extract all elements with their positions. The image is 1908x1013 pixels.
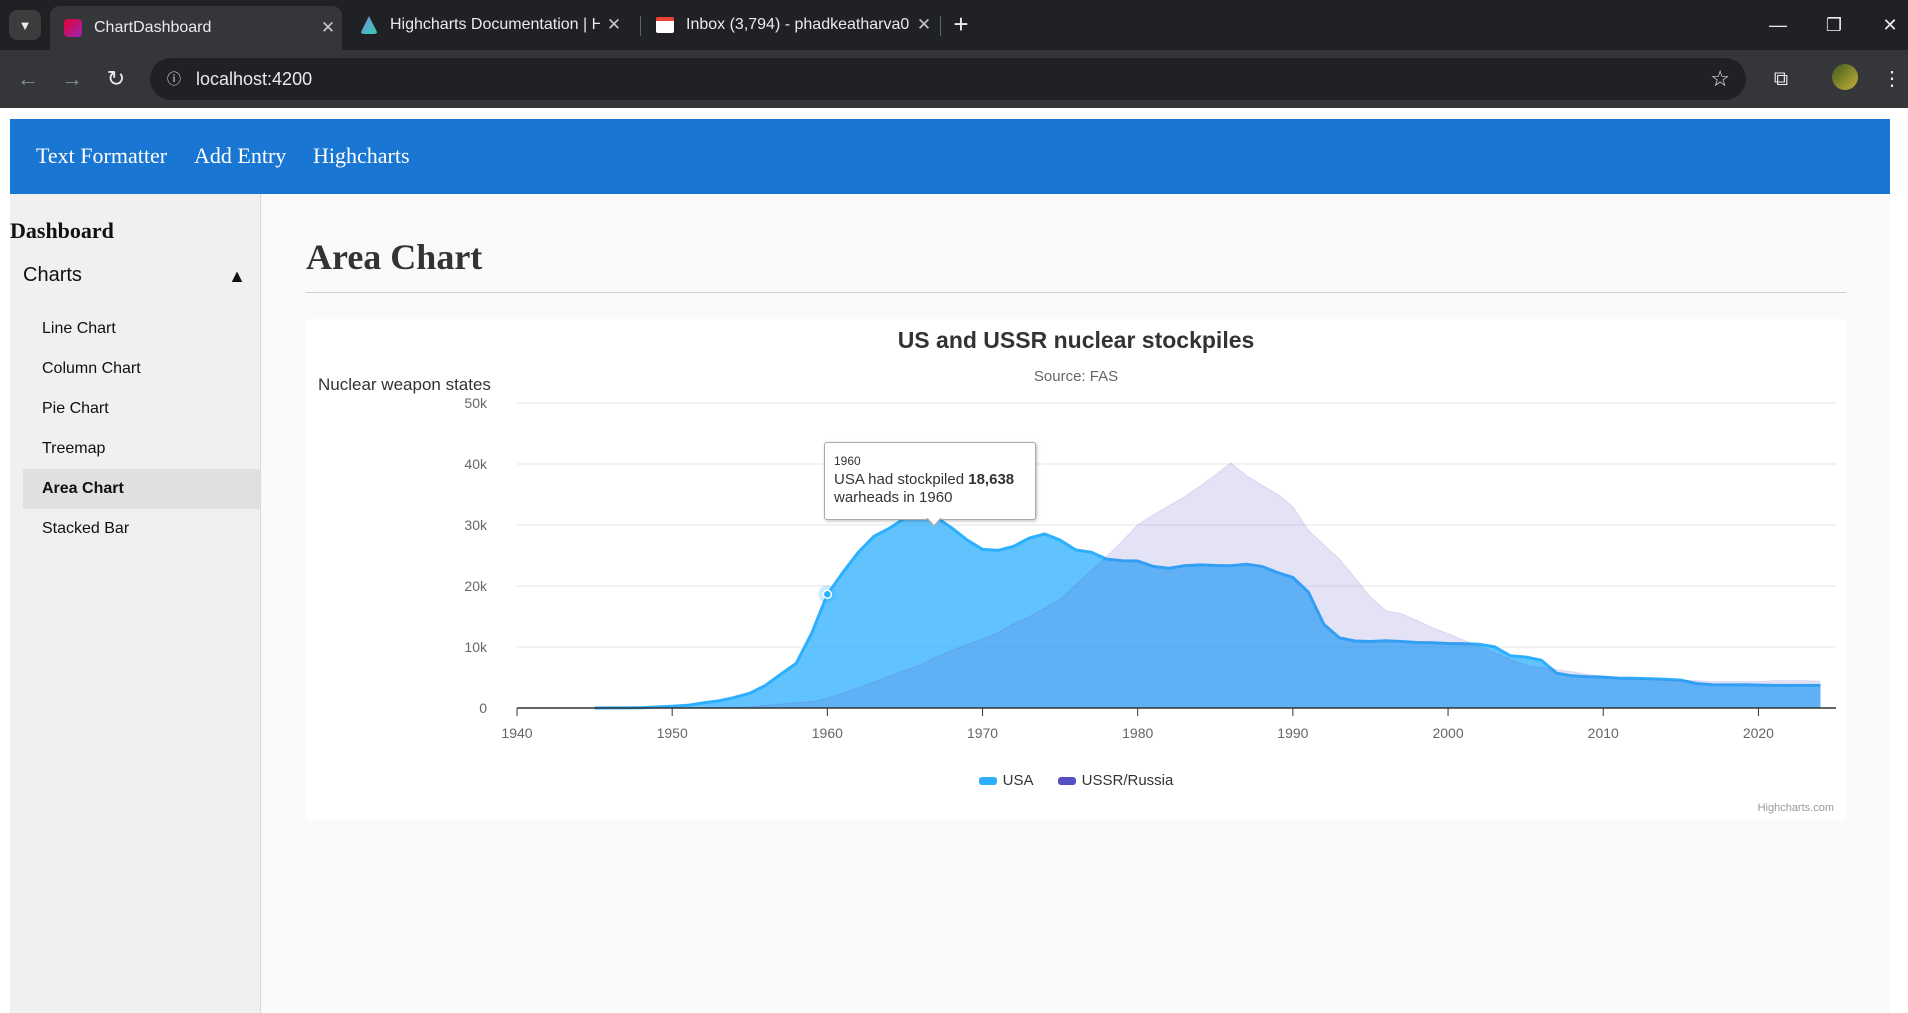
y-tick-label: 10k — [464, 639, 488, 655]
hover-point — [822, 589, 833, 600]
x-tick-label: 2020 — [1743, 725, 1774, 741]
sidebar-title: Dashboard — [10, 218, 114, 243]
browser-tabstrip: ▼ ChartDashboard ✕ Highcharts Documentat… — [0, 0, 1908, 50]
sidebar-item-area-chart[interactable]: Area Chart — [23, 469, 260, 509]
tooltip-arrow-inner — [927, 517, 941, 525]
url-text[interactable]: localhost:4200 — [196, 69, 312, 90]
x-tick-label: 2010 — [1588, 725, 1619, 741]
close-icon[interactable]: ✕ — [600, 15, 628, 35]
close-icon[interactable]: ✕ — [314, 18, 342, 38]
legend-swatch — [978, 777, 997, 786]
chart-tooltip: 1960 USA had stockpiled 18,638 warheads … — [824, 442, 1036, 527]
nav-link-text-formatter[interactable]: Text Formatter — [36, 143, 167, 169]
close-icon[interactable]: ✕ — [910, 15, 938, 35]
sidebar-item-label: Treemap — [42, 440, 106, 457]
legend-swatch — [1057, 777, 1076, 786]
x-tick-label: 1960 — [812, 725, 843, 741]
highcharts-icon — [360, 16, 378, 34]
gmail-icon — [656, 17, 674, 33]
legend-item-usa[interactable]: USA — [978, 772, 1034, 789]
x-tick-label: 1970 — [967, 725, 998, 741]
window-close-icon[interactable]: ✕ — [1862, 8, 1908, 42]
x-tick-label: 1940 — [501, 725, 532, 741]
menu-kebab-icon[interactable]: ⋮ — [1876, 63, 1908, 95]
sidebar: Dashboard Charts ▲ Line Chart Column Cha… — [10, 194, 261, 1013]
new-tab-plus-icon[interactable]: + — [946, 10, 976, 40]
browser-toolbar: ← → ↻ ⓘ localhost:4200 ☆ ⧉ ⋮ — [0, 50, 1908, 108]
bookmark-star-icon[interactable]: ☆ — [1710, 66, 1730, 92]
y-axis-label: Nuclear weapon states — [318, 375, 491, 394]
reload-icon[interactable]: ↻ — [100, 63, 132, 95]
legend-item-ussr-russia[interactable]: USSR/Russia — [1057, 772, 1174, 789]
chart-legend: USA USSR/Russia — [306, 772, 1846, 789]
tab-search-chevron-icon[interactable]: ▼ — [9, 10, 41, 40]
page-title: Area Chart — [306, 237, 483, 277]
profile-avatar[interactable] — [1832, 64, 1858, 90]
tab-highcharts-docs[interactable]: Highcharts Documentation | Hi ✕ — [346, 6, 628, 44]
sidebar-item-stacked-bar[interactable]: Stacked Bar — [23, 509, 260, 549]
nav-link-add-entry[interactable]: Add Entry — [194, 143, 286, 169]
sidebar-item-column-chart[interactable]: Column Chart — [23, 349, 260, 389]
x-tick-label: 1990 — [1277, 725, 1308, 741]
site-info-icon[interactable]: ⓘ — [162, 67, 186, 91]
sidebar-item-line-chart[interactable]: Line Chart — [23, 309, 260, 349]
legend-label: USSR/Russia — [1081, 772, 1174, 789]
area-chart-svg[interactable]: 0 10k 20k 30k 40k 50k 1940 1950 1960 1970 1980 1990… — [306, 319, 1846, 820]
caret-up-icon: ▲ — [228, 266, 246, 286]
y-tick-label: 20k — [464, 578, 488, 594]
sidebar-item-treemap[interactable]: Treemap — [23, 429, 260, 469]
highcharts-credits[interactable]: Highcharts.com — [1758, 802, 1834, 814]
chart-title: US and USSR nuclear stockpiles — [897, 327, 1255, 353]
y-tick-label: 50k — [464, 395, 488, 411]
sidebar-section-charts[interactable]: Charts ▲ — [23, 264, 260, 294]
tooltip-value: 18,638 — [968, 471, 1015, 488]
nav-link-highcharts[interactable]: Highcharts — [313, 143, 410, 169]
sidebar-item-label: Stacked Bar — [42, 520, 130, 537]
app-header: Text Formatter Add Entry Highcharts — [10, 119, 1890, 194]
address-bar[interactable]: ⓘ localhost:4200 ☆ — [150, 58, 1746, 100]
minimize-icon[interactable]: — — [1750, 8, 1806, 42]
tooltip-prefix: USA had stockpiled — [834, 471, 969, 488]
x-tick-label: 1980 — [1122, 725, 1153, 741]
angular-icon — [64, 19, 82, 37]
title-divider — [306, 292, 1846, 293]
tooltip-header: 1960 — [834, 454, 861, 468]
forward-arrow-icon[interactable]: → — [56, 63, 88, 95]
sidebar-item-label: Area Chart — [42, 480, 124, 497]
tab-gmail-inbox[interactable]: Inbox (3,794) - phadkeatharva0 ✕ — [642, 6, 938, 44]
tab-title: ChartDashboard — [94, 19, 212, 36]
sidebar-item-label: Pie Chart — [42, 400, 109, 417]
sidebar-section-label: Charts — [23, 264, 82, 286]
restore-icon[interactable]: ❐ — [1806, 8, 1862, 42]
tooltip-line-1: USA had stockpiled 18,638 — [834, 471, 1014, 488]
area-chart-card: 0 10k 20k 30k 40k 50k 1940 1950 1960 1970 1980 1990… — [306, 319, 1846, 820]
x-tick-label: 2000 — [1432, 725, 1463, 741]
sidebar-item-label: Column Chart — [42, 360, 141, 377]
tab-separator — [940, 16, 941, 36]
tab-title: Inbox (3,794) - phadkeatharva0 — [686, 16, 910, 33]
sidebar-item-pie-chart[interactable]: Pie Chart — [23, 389, 260, 429]
sidebar-item-label: Line Chart — [42, 320, 116, 337]
extensions-puzzle-icon[interactable]: ⧉ — [1765, 63, 1797, 95]
y-tick-label: 0 — [479, 700, 487, 716]
tab-chartdashboard[interactable]: ChartDashboard ✕ — [50, 6, 342, 50]
tab-separator — [640, 16, 641, 36]
legend-label: USA — [1002, 772, 1034, 789]
y-tick-label: 40k — [464, 456, 488, 472]
tooltip-line-2: warheads in 1960 — [834, 489, 953, 506]
y-tick-label: 30k — [464, 517, 488, 533]
back-arrow-icon[interactable]: ← — [12, 63, 44, 95]
tab-title: Highcharts Documentation | Hi — [390, 16, 600, 33]
chart-subtitle: Source: FAS — [1033, 368, 1119, 385]
x-tick-label: 1950 — [657, 725, 688, 741]
